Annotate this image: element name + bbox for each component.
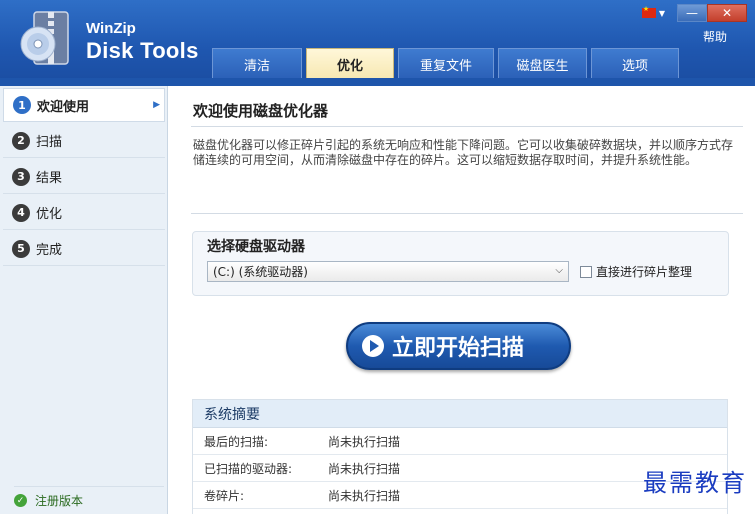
summary-key: 卷碎片: [204, 488, 245, 503]
page-title: 欢迎使用磁盘优化器 [193, 102, 329, 120]
summary-value: 尚未执行扫描 [328, 461, 401, 476]
step-number-badge: 5 [12, 239, 30, 258]
language-dropdown-icon[interactable]: ▼ [659, 9, 665, 18]
check-icon: ✓ [14, 494, 27, 507]
tab-clean[interactable]: 清洁 [212, 48, 302, 80]
winzip-logo-icon [20, 11, 69, 65]
drive-select[interactable]: (C:) (系统驱动器) ⌵ [207, 261, 569, 282]
chevron-right-icon: ▶ [153, 100, 160, 110]
step-number-badge: 3 [12, 167, 30, 186]
sidebar-item-label: 欢迎使用 [37, 99, 90, 115]
step-number-badge: 2 [12, 131, 30, 150]
tab-options[interactable]: 选项 [591, 48, 679, 80]
play-icon [362, 335, 384, 357]
summary-value: 尚未执行扫描 [328, 488, 401, 503]
step-number-badge: 1 [13, 96, 31, 114]
registered-version-label: 注册版本 [35, 494, 84, 508]
sidebar-item-welcome[interactable]: 1 欢迎使用 ▶ [3, 88, 165, 122]
language-flag-icon[interactable] [641, 5, 656, 18]
step-number-badge: 4 [12, 203, 30, 222]
registered-version[interactable]: ✓ 注册版本 [14, 486, 164, 514]
brand-name: WinZip [86, 20, 136, 37]
direct-defrag-label: 直接进行碎片整理 [596, 265, 693, 279]
page-description: 磁盘优化器可以修正碎片引起的系统无响应和性能下降问题。它可以收集破碎数据块，并以… [193, 138, 734, 167]
chevron-down-icon: ⌵ [555, 265, 563, 276]
title-bar: WinZip Disk Tools ▼ — ✕ 帮助 清洁 优化 重复文件 磁盘… [0, 0, 755, 80]
summary-header: 系统摘要 [193, 400, 727, 428]
sidebar-item-optimize[interactable]: 4 优化 [3, 196, 165, 230]
watermark-text: 最需教育 [643, 469, 747, 497]
title-divider [191, 126, 743, 127]
window-controls: ▼ — ✕ [641, 4, 747, 22]
header-divider [0, 78, 755, 86]
sidebar-item-scan[interactable]: 2 扫描 [3, 124, 165, 158]
main-tabs: 清洁 优化 重复文件 磁盘医生 选项 [212, 48, 683, 80]
start-scan-button[interactable]: 立即开始扫描 [346, 322, 571, 370]
direct-defrag-option[interactable]: 直接进行碎片整理 [580, 263, 692, 280]
tab-duplicate-files[interactable]: 重复文件 [398, 48, 494, 80]
drive-selection-panel: 选择硬盘驱动器 (C:) (系统驱动器) ⌵ 直接进行碎片整理 [192, 231, 729, 296]
close-button[interactable]: ✕ [707, 4, 747, 22]
direct-defrag-checkbox[interactable] [580, 265, 592, 278]
start-scan-label: 立即开始扫描 [392, 336, 525, 361]
product-name: Disk Tools [86, 38, 199, 63]
sidebar-item-finish[interactable]: 5 完成 [3, 232, 165, 266]
section-divider [191, 213, 743, 214]
sidebar-item-results[interactable]: 3 结果 [3, 160, 165, 194]
sidebar-item-label: 完成 [36, 243, 63, 258]
sidebar-item-label: 优化 [36, 207, 63, 222]
summary-key: 已扫描的驱动器: [204, 461, 293, 476]
tab-disk-doctor[interactable]: 磁盘医生 [498, 48, 587, 80]
drive-section-label: 选择硬盘驱动器 [207, 239, 305, 255]
sidebar-item-label: 扫描 [36, 135, 63, 150]
drive-select-value: (C:) (系统驱动器) [213, 265, 308, 279]
summary-row: 最后的扫描: 尚未执行扫描 [193, 428, 727, 455]
tab-optimize[interactable]: 优化 [306, 48, 394, 80]
summary-key: 最后的扫描: [204, 434, 269, 449]
main-panel: 欢迎使用磁盘优化器 磁盘优化器可以修正碎片引起的系统无响应和性能下降问题。它可以… [176, 86, 755, 514]
sidebar: 1 欢迎使用 ▶ 2 扫描 3 结果 4 优化 5 完成 ✓ 注册版本 [0, 86, 168, 514]
help-link[interactable]: 帮助 [703, 28, 727, 45]
minimize-button[interactable]: — [677, 4, 707, 22]
sidebar-item-label: 结果 [36, 171, 63, 186]
summary-value: 尚未执行扫描 [328, 434, 401, 449]
